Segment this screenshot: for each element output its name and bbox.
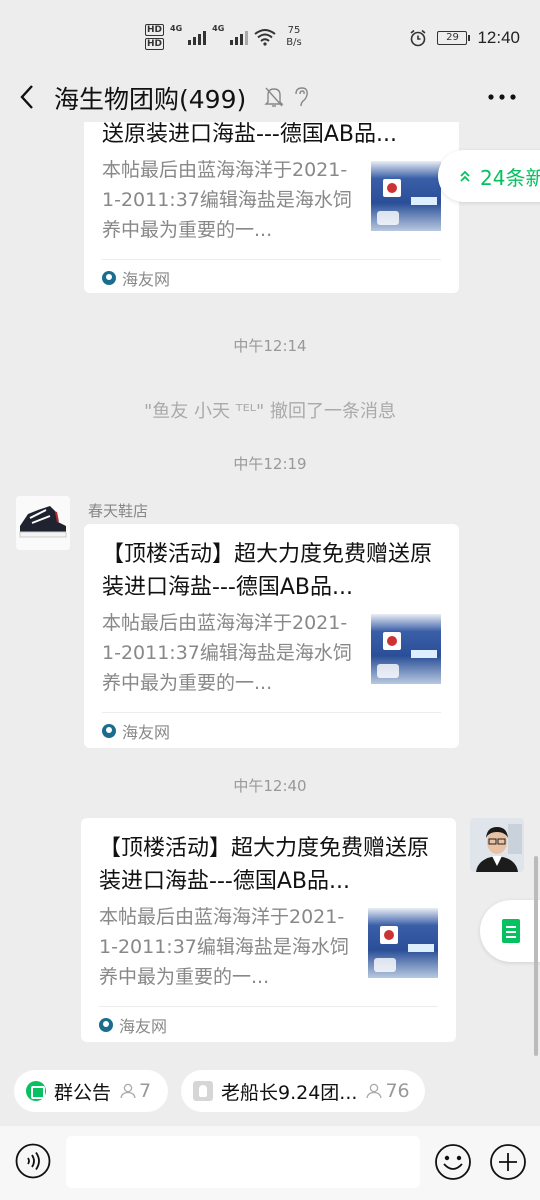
sender-name: 春天鞋店 — [88, 502, 149, 520]
status-bar: HD HD 4G 4G 75 B/s 29 12:40 — [0, 0, 540, 72]
link-card[interactable]: 【顶楼活动】超大力度免费赠送原装进口海盐---德国AB品... 本帖最后由蓝海海… — [84, 524, 459, 748]
recall-notice: "鱼友 小天 ᵀᴱᴸ" 撤回了一条消息 — [143, 401, 397, 422]
group-announcement-chip[interactable]: 群公告 7 — [14, 1070, 168, 1112]
person-icon — [120, 1083, 136, 1099]
timestamp: 中午12:19 — [233, 455, 307, 473]
card-source: 海友网 — [102, 260, 441, 296]
source-logo-icon — [102, 724, 116, 738]
hd-indicators: HD HD — [145, 24, 165, 50]
group-icon — [193, 1081, 213, 1101]
message-input[interactable] — [66, 1136, 420, 1188]
card-source: 海友网 — [102, 713, 441, 749]
sender-avatar[interactable] — [16, 496, 70, 550]
plus-icon[interactable] — [489, 1143, 527, 1181]
back-arrow-icon[interactable] — [16, 82, 40, 112]
hd-badge: HD — [145, 24, 165, 36]
card-thumbnail — [371, 614, 441, 684]
chat-header: 海生物团购(499) — [0, 72, 540, 122]
card-body: 本帖最后由蓝海海洋于2021-1-2011:37编辑海盐是海水饲养中最为重要的一… — [102, 608, 441, 698]
speed-unit: B/s — [286, 37, 302, 48]
source-name: 海友网 — [122, 270, 171, 289]
message-list[interactable]: 送原装进口海盐---德国AB品... 本帖最后由蓝海海洋于2021-1-2011… — [0, 122, 540, 1058]
card-thumbnail — [368, 908, 438, 978]
card-body: 本帖最后由蓝海海洋于2021-1-2011:37编辑海盐是海水饲养中最为重要的一… — [99, 902, 438, 992]
mute-bell-icon — [264, 87, 284, 107]
source-logo-icon — [99, 1018, 113, 1032]
announcement-label: 群公告 — [54, 1081, 112, 1104]
announcement-count: 7 — [139, 1080, 152, 1102]
group-chip-label: 老船长9.24团... — [221, 1081, 358, 1104]
speed-value: 75 — [287, 25, 301, 36]
signal-icon — [188, 29, 207, 45]
floating-notes-button[interactable] — [480, 900, 540, 962]
person-icon — [366, 1083, 383, 1099]
group-chip[interactable]: 老船长9.24团... 76 — [181, 1070, 425, 1112]
double-up-arrow-icon — [460, 170, 470, 182]
card-title: 【顶楼活动】超大力度免费赠送原装进口海盐---德国AB品... — [102, 542, 433, 600]
card-description: 本帖最后由蓝海海洋于2021-1-2011:37编辑海盐是海水饲养中最为重要的一… — [102, 159, 352, 241]
document-icon — [502, 919, 520, 943]
network-speed: 75 B/s — [286, 25, 301, 49]
input-bar — [0, 1126, 540, 1200]
signal-icon — [230, 29, 249, 45]
source-logo-icon — [102, 271, 116, 285]
network-type: 4G — [170, 24, 183, 33]
wifi-icon — [254, 29, 276, 46]
earpiece-icon — [295, 87, 308, 107]
hd-badge: HD — [145, 38, 165, 50]
battery-icon: 29 — [437, 31, 471, 45]
source-name: 海友网 — [122, 723, 171, 742]
emoji-icon[interactable] — [434, 1143, 472, 1181]
timestamp: 中午12:14 — [233, 337, 307, 355]
card-title: 送原装进口海盐---德国AB品... — [102, 122, 397, 147]
card-thumbnail — [371, 161, 441, 231]
alarm-icon — [410, 29, 426, 47]
chat-title[interactable]: 海生物团购(499) — [54, 80, 246, 116]
timestamp: 中午12:40 — [233, 777, 307, 795]
card-description: 本帖最后由蓝海海洋于2021-1-2011:37编辑海盐是海水饲养中最为重要的一… — [102, 612, 352, 694]
shoe-avatar-image — [16, 496, 70, 550]
card-source: 海友网 — [99, 1007, 438, 1043]
my-avatar[interactable] — [470, 818, 524, 872]
voice-icon[interactable] — [15, 1143, 51, 1179]
scrollbar[interactable] — [534, 856, 538, 1056]
status-right: 29 12:40 — [409, 28, 520, 48]
announcement-icon — [26, 1081, 46, 1101]
clock: 12:40 — [477, 28, 520, 47]
card-description: 本帖最后由蓝海海洋于2021-1-2011:37编辑海盐是海水饲养中最为重要的一… — [99, 906, 349, 988]
card-title: 【顶楼活动】超大力度免费赠送原装进口海盐---德国AB品... — [99, 836, 430, 894]
link-card[interactable]: 【顶楼活动】超大力度免费赠送原装进口海盐---德国AB品... 本帖最后由蓝海海… — [81, 818, 456, 1042]
quick-chips: 群公告 7 老船长9.24团... 76 — [0, 1058, 540, 1126]
new-messages-button[interactable]: 24条新 — [438, 150, 540, 202]
link-card[interactable]: 送原装进口海盐---德国AB品... 本帖最后由蓝海海洋于2021-1-2011… — [84, 122, 459, 293]
source-name: 海友网 — [119, 1017, 168, 1036]
person-avatar-image — [470, 818, 524, 872]
network-type: 4G — [212, 24, 225, 33]
status-left: HD HD 4G 4G 75 B/s — [145, 24, 302, 50]
new-messages-label: 24条新 — [480, 165, 540, 190]
more-options-icon[interactable] — [488, 94, 516, 100]
group-count: 76 — [385, 1080, 410, 1102]
card-body: 本帖最后由蓝海海洋于2021-1-2011:37编辑海盐是海水饲养中最为重要的一… — [102, 155, 441, 245]
